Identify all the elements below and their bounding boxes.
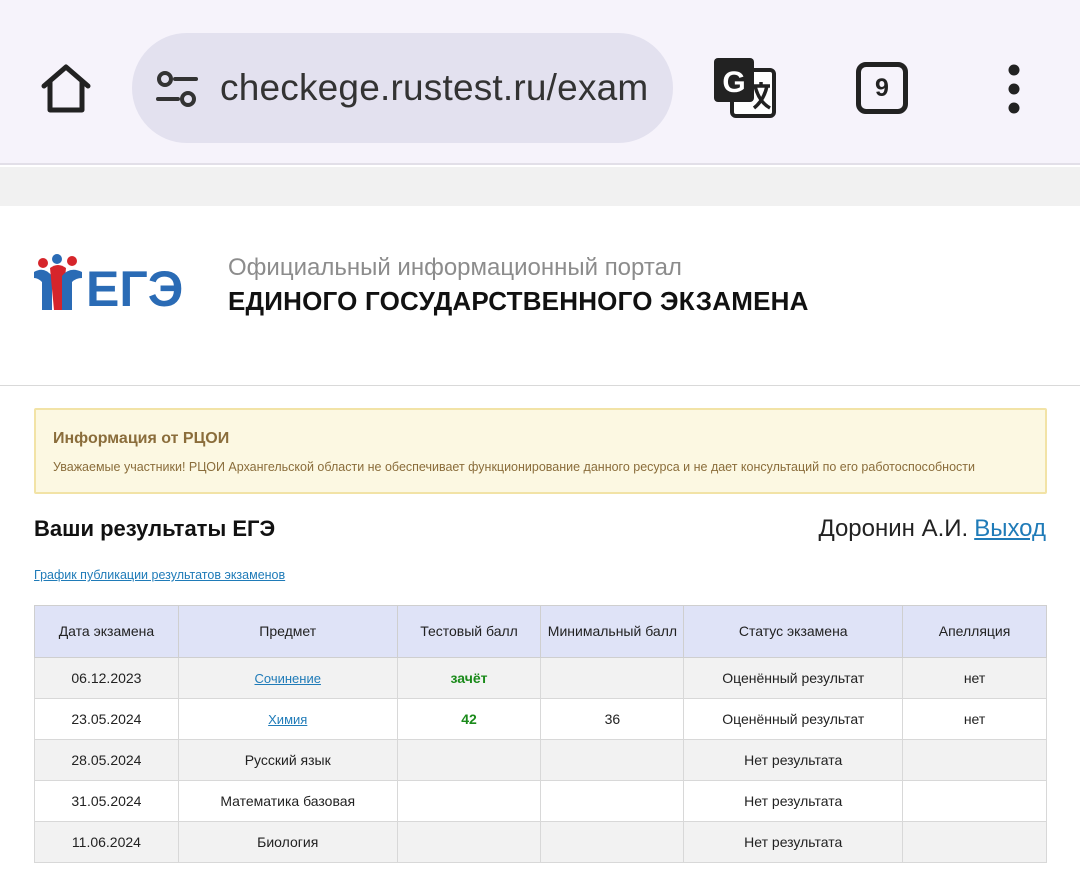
cell-min-score (540, 780, 685, 822)
table-row: 28.05.2024 Русский язык Нет результата (34, 739, 1047, 781)
cell-subject: Химия (177, 698, 398, 740)
logout-link[interactable]: Выход (974, 515, 1046, 542)
cell-status: Нет результата (683, 780, 904, 822)
cell-date: 06.12.2023 (34, 657, 179, 699)
cell-appeal: нет (902, 657, 1047, 699)
cell-test-score (396, 821, 542, 863)
cell-subject: Русский язык (177, 739, 398, 781)
cell-appeal (902, 780, 1047, 822)
cell-min-score (540, 739, 685, 781)
table-header-row: Дата экзамена Предмет Тестовый балл Мини… (34, 605, 1047, 658)
portal-title: ЕДИНОГО ГОСУДАРСТВЕННОГО ЭКЗАМЕНА (228, 286, 809, 316)
cell-subject: Сочинение (177, 657, 398, 699)
cell-date: 31.05.2024 (34, 780, 179, 822)
portal-subtitle: Официальный информационный портал (228, 254, 682, 281)
translate-icon[interactable]: G (712, 56, 778, 122)
ege-logo[interactable]: ЕГЭ (32, 254, 184, 317)
url-text[interactable]: checkege.rustest.ru/exam (220, 67, 648, 109)
cell-test-score (396, 739, 542, 781)
cell-status: Нет результата (683, 821, 904, 863)
cell-date: 23.05.2024 (34, 698, 179, 740)
svg-text:G: G (722, 66, 745, 99)
page-spacer (0, 167, 1080, 206)
subject-link[interactable]: Химия (268, 712, 307, 727)
column-header-min-score: Минимальный балл (540, 605, 685, 658)
column-header-test-score: Тестовый балл (396, 605, 542, 658)
schedule-link[interactable]: График публикации результатов экзаменов (34, 568, 285, 582)
table-row: 11.06.2024 Биология Нет результата (34, 821, 1047, 863)
tab-count: 9 (875, 73, 889, 102)
cell-min-score (540, 657, 685, 699)
info-alert: Информация от РЦОИ Уважаемые участники! … (34, 408, 1047, 494)
user-name: Доронин А.И. (818, 515, 969, 542)
results-table: Дата экзамена Предмет Тестовый балл Мини… (34, 605, 1047, 863)
site-header: ЕГЭ Официальный информационный портал ЕД… (0, 206, 1080, 386)
cell-date: 28.05.2024 (34, 739, 179, 781)
cell-subject: Математика базовая (177, 780, 398, 822)
more-vert-icon[interactable] (1002, 64, 1026, 114)
user-block: Доронин А.И. Выход (818, 515, 1046, 543)
cell-test-score: зачёт (396, 657, 542, 699)
page-title: Ваши результаты ЕГЭ (34, 516, 276, 541)
home-icon[interactable] (38, 60, 94, 116)
address-bar[interactable]: checkege.rustest.ru/exam (132, 33, 673, 143)
column-header-subject: Предмет (177, 605, 398, 658)
cell-appeal (902, 821, 1047, 863)
cell-min-score: 36 (540, 698, 685, 740)
cell-appeal: нет (902, 698, 1047, 740)
table-row: 23.05.2024 Химия 42 36 Оценённый результ… (34, 698, 1047, 740)
cell-appeal (902, 739, 1047, 781)
cell-min-score (540, 821, 685, 863)
tabs-icon[interactable]: 9 (856, 62, 908, 114)
tune-icon[interactable] (154, 71, 200, 107)
table-row: 31.05.2024 Математика базовая Нет резуль… (34, 780, 1047, 822)
cell-test-score (396, 780, 542, 822)
browser-toolbar: checkege.rustest.ru/exam G 9 (0, 0, 1080, 165)
column-header-appeal: Апелляция (902, 605, 1047, 658)
column-header-status: Статус экзамена (683, 605, 904, 658)
cell-date: 11.06.2024 (34, 821, 179, 863)
cell-test-score: 42 (396, 698, 542, 740)
cell-status: Оценённый результат (683, 698, 904, 740)
cell-status: Оценённый результат (683, 657, 904, 699)
info-text: Уважаемые участники! РЦОИ Архангельской … (53, 460, 975, 474)
table-row: 06.12.2023 Сочинение зачёт Оценённый рез… (34, 657, 1047, 699)
cell-status: Нет результата (683, 739, 904, 781)
logo-text: ЕГЭ (86, 261, 183, 314)
cell-subject: Биология (177, 821, 398, 863)
subject-link[interactable]: Сочинение (255, 671, 321, 686)
info-title: Информация от РЦОИ (53, 430, 230, 447)
column-header-date: Дата экзамена (34, 605, 179, 658)
